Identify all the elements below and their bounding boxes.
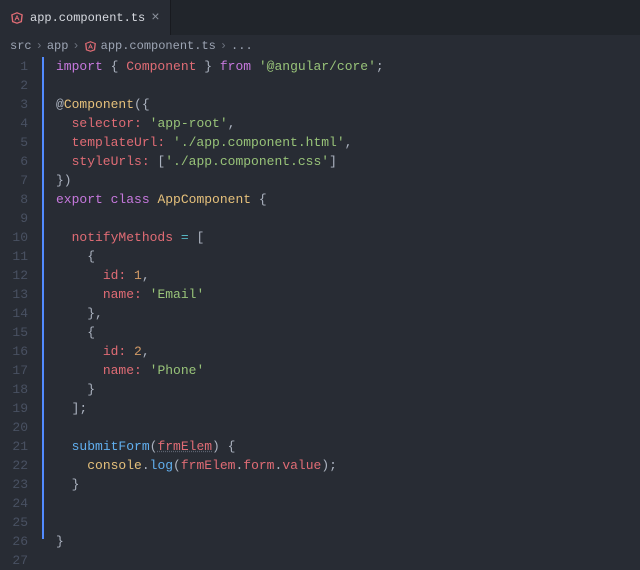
code-line: notifyMethods = [	[56, 228, 640, 247]
code-line: }	[56, 475, 640, 494]
code-line: templateUrl: './app.component.html',	[56, 133, 640, 152]
code-line: {	[56, 323, 640, 342]
line-number: 23	[8, 475, 28, 494]
code-line: id: 2,	[56, 342, 640, 361]
breadcrumb-seg-file[interactable]: app.component.ts	[101, 39, 216, 53]
line-number: 5	[8, 133, 28, 152]
code-area[interactable]: import { Component } from '@angular/core…	[42, 57, 640, 539]
code-line: export class AppComponent {	[56, 190, 640, 209]
breadcrumb-more[interactable]: ...	[231, 39, 253, 53]
line-number: 26	[8, 532, 28, 551]
code-line: ];	[56, 399, 640, 418]
gutter: 1234567891011121314151617181920212223242…	[0, 57, 42, 539]
line-number: 19	[8, 399, 28, 418]
line-number: 16	[8, 342, 28, 361]
code-line: name: 'Email'	[56, 285, 640, 304]
code-line	[56, 513, 640, 532]
angular-file-icon	[10, 11, 24, 25]
code-line: }	[56, 380, 640, 399]
code-line: {	[56, 247, 640, 266]
code-line: styleUrls: ['./app.component.css']	[56, 152, 640, 171]
line-number: 25	[8, 513, 28, 532]
line-number: 27	[8, 551, 28, 570]
line-number: 4	[8, 114, 28, 133]
line-number: 2	[8, 76, 28, 95]
breadcrumb-seg-src[interactable]: src	[10, 39, 32, 53]
code-line: selector: 'app-root',	[56, 114, 640, 133]
code-line: }	[56, 532, 640, 551]
line-number: 24	[8, 494, 28, 513]
code-line: @Component({	[56, 95, 640, 114]
breadcrumb-seg-app[interactable]: app	[47, 39, 69, 53]
chevron-right-icon: ›	[72, 39, 79, 53]
code-line	[56, 418, 640, 437]
code-line: },	[56, 304, 640, 323]
line-number: 3	[8, 95, 28, 114]
breadcrumb[interactable]: src › app › app.component.ts › ...	[0, 35, 640, 57]
code-line: submitForm(frmElem) {	[56, 437, 640, 456]
line-number: 7	[8, 171, 28, 190]
line-number: 13	[8, 285, 28, 304]
code-line	[56, 209, 640, 228]
chevron-right-icon: ›	[220, 39, 227, 53]
code-line	[56, 76, 640, 95]
line-number: 22	[8, 456, 28, 475]
line-number: 6	[8, 152, 28, 171]
angular-file-icon	[84, 40, 97, 53]
editor[interactable]: 1234567891011121314151617181920212223242…	[0, 57, 640, 539]
line-number: 9	[8, 209, 28, 228]
tab-active[interactable]: app.component.ts ×	[0, 0, 171, 35]
line-number: 8	[8, 190, 28, 209]
line-number: 1	[8, 57, 28, 76]
code-line: })	[56, 171, 640, 190]
code-line: name: 'Phone'	[56, 361, 640, 380]
line-number: 21	[8, 437, 28, 456]
line-number: 10	[8, 228, 28, 247]
code-line: console.log(frmElem.form.value);	[56, 456, 640, 475]
line-number: 11	[8, 247, 28, 266]
code-line: id: 1,	[56, 266, 640, 285]
code-line	[56, 551, 640, 570]
close-icon[interactable]: ×	[151, 11, 159, 25]
code-line	[56, 494, 640, 513]
code-line: import { Component } from '@angular/core…	[56, 57, 640, 76]
tab-label: app.component.ts	[30, 11, 145, 25]
chevron-right-icon: ›	[36, 39, 43, 53]
line-number: 18	[8, 380, 28, 399]
line-number: 17	[8, 361, 28, 380]
line-number: 12	[8, 266, 28, 285]
line-number: 15	[8, 323, 28, 342]
line-number: 14	[8, 304, 28, 323]
line-number: 20	[8, 418, 28, 437]
tab-bar: app.component.ts ×	[0, 0, 640, 35]
